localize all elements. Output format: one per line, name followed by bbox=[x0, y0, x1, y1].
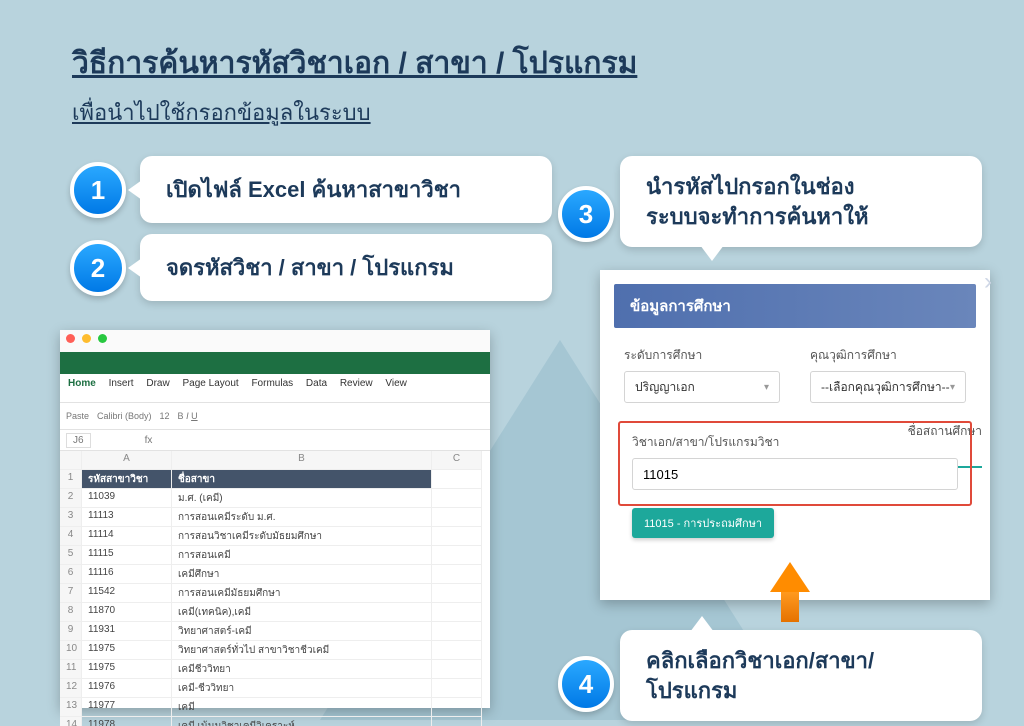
excel-grid: ABC 1รหัสสาขาวิชาชื่อสาขา211039ม.ศ. (เคม… bbox=[60, 451, 490, 726]
minimize-icon bbox=[82, 334, 91, 343]
tab-data: Data bbox=[306, 378, 327, 389]
excel-formula-bar: J6 fx bbox=[60, 430, 490, 451]
step-badge-3: 3 bbox=[558, 186, 614, 242]
maximize-icon bbox=[98, 334, 107, 343]
title: วิธีการค้นหารหัสวิชาเอก / สาขา / โปรแกรม bbox=[72, 40, 637, 87]
step-badge-1: 1 bbox=[70, 162, 126, 218]
step-badge-4: 4 bbox=[558, 656, 614, 712]
tab-view: View bbox=[385, 378, 407, 389]
font-size: 12 bbox=[160, 411, 170, 421]
step-bubble-3: นำรหัสไปกรอกในช่อง ระบบจะทำการค้นหาให้ bbox=[620, 156, 982, 247]
excel-format-bar: Paste Calibri (Body) 12 B I U bbox=[60, 402, 490, 430]
paste-label: Paste bbox=[66, 411, 89, 421]
fx-icon: fx bbox=[145, 435, 153, 446]
tab-insert: Insert bbox=[109, 378, 134, 389]
chevron-right-icon: › bbox=[984, 268, 992, 296]
page-heading: วิธีการค้นหารหัสวิชาเอก / สาขา / โปรแกรม… bbox=[72, 40, 637, 130]
subtitle: เพื่อนำไปใช้กรอกข้อมูลในระบบ bbox=[72, 95, 637, 130]
form-header: ข้อมูลการศึกษา bbox=[614, 284, 976, 328]
font-name: Calibri (Body) bbox=[97, 411, 152, 421]
select-qual[interactable]: --เลือกคุณวุฒิการศึกษา-- ▾ bbox=[810, 371, 966, 403]
chevron-down-icon: ▾ bbox=[950, 382, 955, 393]
excel-titlebar bbox=[60, 352, 490, 374]
input-major[interactable]: 11015 bbox=[632, 458, 958, 490]
step-bubble-2: จดรหัสวิชา / สาขา / โปรแกรม bbox=[140, 234, 552, 301]
highlight-box: วิชาเอก/สาขา/โปรแกรมวิชา 11015 11015 - ก… bbox=[618, 421, 972, 506]
cell-ref: J6 bbox=[66, 433, 91, 448]
label-level: ระดับการศึกษา bbox=[624, 346, 780, 365]
window-controls bbox=[60, 330, 490, 352]
tab-formulas: Formulas bbox=[251, 378, 293, 389]
step-bubble-4: คลิกเลือกวิชาเอก/สาขา/ โปรแกรม bbox=[620, 630, 982, 721]
excel-ribbon-tabs: Home Insert Draw Page Layout Formulas Da… bbox=[60, 374, 490, 402]
chevron-down-icon: ▾ bbox=[764, 382, 769, 393]
excel-screenshot: Home Insert Draw Page Layout Formulas Da… bbox=[60, 330, 490, 708]
tab-home: Home bbox=[68, 378, 96, 389]
select-level[interactable]: ปริญญาเอก ▾ bbox=[624, 371, 780, 403]
label-major: วิชาเอก/สาขา/โปรแกรมวิชา bbox=[632, 433, 958, 452]
step-badge-2: 2 bbox=[70, 240, 126, 296]
dropdown-suggestion[interactable]: 11015 - การประถมศึกษา bbox=[632, 508, 774, 538]
arrow-up-icon bbox=[770, 562, 810, 622]
tab-pagelayout: Page Layout bbox=[183, 378, 239, 389]
tab-review: Review bbox=[340, 378, 373, 389]
step-bubble-1: เปิดไฟล์ Excel ค้นหาสาขาวิชา bbox=[140, 156, 552, 223]
label-qual: คุณวุฒิการศึกษา bbox=[810, 346, 966, 365]
tab-draw: Draw bbox=[146, 378, 169, 389]
close-icon bbox=[66, 334, 75, 343]
form-screenshot: › ข้อมูลการศึกษา ระดับการศึกษา ปริญญาเอก… bbox=[600, 270, 990, 600]
